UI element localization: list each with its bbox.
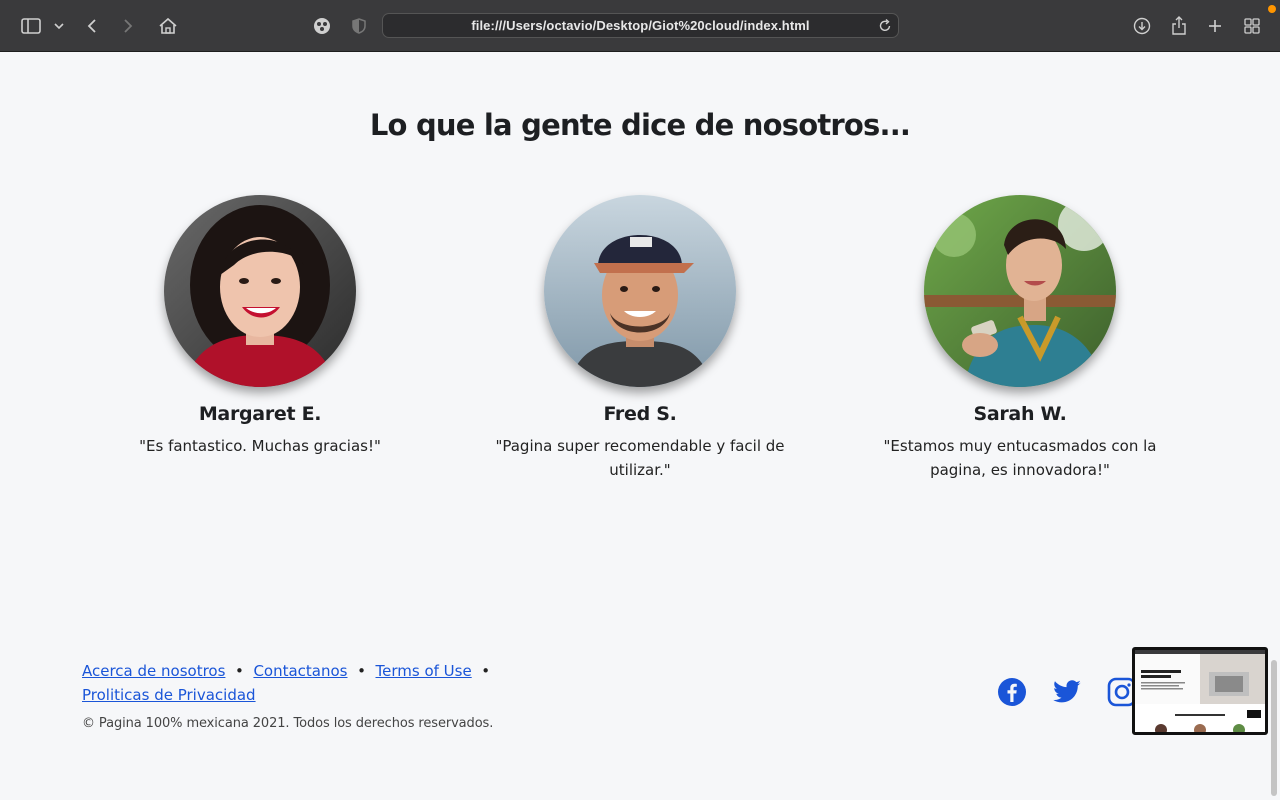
- facebook-icon[interactable]: [997, 677, 1027, 711]
- separator-dot: •: [481, 662, 491, 680]
- testimonial-name: Fred S.: [603, 403, 677, 425]
- sidebar-toggle-icon[interactable]: [20, 12, 42, 40]
- testimonial-quote: "Estamos muy entucasmados con la pagina,…: [883, 437, 1157, 479]
- page-content: Lo que la gente dice de nosotros... Marg…: [0, 53, 1280, 800]
- new-tab-icon[interactable]: [1206, 12, 1224, 40]
- url-text: file:///Users/octavio/Desktop/Giot%20clo…: [471, 18, 810, 33]
- testimonial-card: Fred S. "Pagina super recomendable y fac…: [450, 195, 830, 482]
- testimonial-name: Sarah W.: [973, 403, 1067, 425]
- footer-link-about[interactable]: Acerca de nosotros: [82, 662, 225, 680]
- testimonial-quote: "Pagina super recomendable y facil de ut…: [495, 437, 785, 479]
- screenshot-thumbnail[interactable]: [1132, 647, 1268, 735]
- testimonial-card: Sarah W. "Estamos muy entucasmados con l…: [830, 195, 1210, 482]
- separator-dot: •: [235, 662, 244, 680]
- reload-icon[interactable]: [878, 18, 892, 37]
- share-icon[interactable]: [1170, 12, 1188, 40]
- footer-link-privacy[interactable]: Proliticas de Privacidad: [82, 686, 256, 704]
- section-title: Lo que la gente dice de nosotros...: [369, 108, 911, 142]
- privacy-report-icon[interactable]: [312, 12, 332, 40]
- footer-link-contact[interactable]: Contactanos: [253, 662, 347, 680]
- chevron-down-icon[interactable]: [52, 12, 66, 40]
- tab-overview-icon[interactable]: [1242, 12, 1262, 40]
- notification-dot: [1268, 5, 1276, 13]
- avatar: [164, 195, 356, 387]
- testimonial-card: Margaret E. "Es fantastico. Muchas graci…: [70, 195, 450, 458]
- forward-icon[interactable]: [120, 12, 136, 40]
- avatar: [924, 195, 1116, 387]
- testimonial-name: Margaret E.: [198, 403, 322, 425]
- download-icon[interactable]: [1132, 12, 1152, 40]
- address-bar[interactable]: file:///Users/octavio/Desktop/Giot%20clo…: [382, 13, 899, 38]
- home-icon[interactable]: [156, 12, 180, 40]
- back-icon[interactable]: [84, 12, 100, 40]
- scrollbar[interactable]: [1271, 660, 1277, 796]
- browser-toolbar: file:///Users/octavio/Desktop/Giot%20clo…: [0, 0, 1280, 52]
- twitter-icon[interactable]: [1052, 677, 1082, 711]
- separator-dot: •: [357, 662, 366, 680]
- footer-link-terms[interactable]: Terms of Use: [376, 662, 472, 680]
- avatar: [544, 195, 736, 387]
- copyright-text: © Pagina 100% mexicana 2021. Todos los d…: [82, 716, 494, 731]
- shield-icon[interactable]: [350, 12, 368, 40]
- footer-links: Acerca de nosotros • Contactanos • Terms of …: [82, 659, 502, 707]
- testimonial-quote: "Es fantastico. Muchas gracias!": [139, 437, 381, 455]
